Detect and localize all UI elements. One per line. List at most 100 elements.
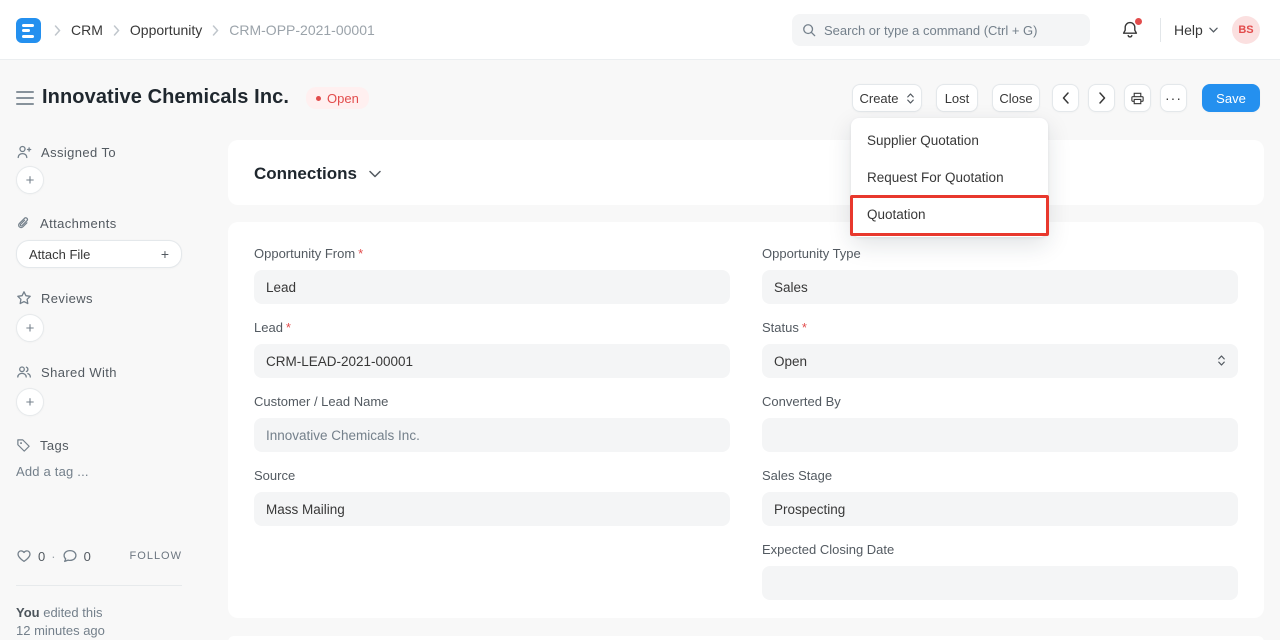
status-label: Open	[327, 91, 359, 106]
select-arrows-icon	[1217, 354, 1226, 367]
form-column-right: Opportunity TypeSales Status* Open Converte…	[762, 246, 1238, 616]
field-opportunity-from: Opportunity From*Lead	[254, 246, 730, 304]
lost-button[interactable]: Lost	[936, 84, 978, 112]
opportunity-from-input[interactable]: Lead	[254, 270, 730, 304]
status-badge: Open	[306, 87, 369, 109]
form-column-left: Opportunity From*LeadLead*CRM-LEAD-2021-…	[254, 246, 730, 616]
assigned-to-label: Assigned To	[41, 145, 116, 160]
required-asterisk: *	[802, 320, 807, 336]
navbar-divider	[1160, 18, 1161, 42]
user-avatar[interactable]: BS	[1232, 16, 1260, 44]
notification-dot	[1135, 18, 1142, 25]
add-review-button[interactable]: +	[16, 314, 44, 342]
field-opportunity-type: Opportunity TypeSales	[762, 246, 1238, 304]
chevron-right-icon	[54, 25, 61, 36]
close-button[interactable]: Close	[992, 84, 1040, 112]
add-assignment-button[interactable]: +	[16, 166, 44, 194]
create-button[interactable]: Create	[852, 84, 922, 112]
required-asterisk: *	[286, 320, 291, 336]
source-label: Source	[254, 468, 730, 484]
more-options-button[interactable]: ···	[1160, 84, 1187, 112]
help-menu[interactable]: Help	[1174, 0, 1218, 60]
like-count: 0	[38, 549, 45, 564]
heart-icon[interactable]	[16, 548, 32, 564]
expected-closing-date-label: Expected Closing Date	[762, 542, 1238, 558]
notification-bell-icon[interactable]	[1120, 20, 1142, 42]
create-dropdown-menu: Supplier QuotationRequest For QuotationQ…	[851, 118, 1048, 237]
expected-closing-date-input[interactable]	[762, 566, 1238, 600]
sales-stage-label: Sales Stage	[762, 468, 1238, 484]
create-button-label: Create	[859, 91, 898, 106]
field-sales-stage: Sales Stage Prospecting	[762, 468, 1238, 526]
field-expected-closing-date: Expected Closing Date	[762, 542, 1238, 600]
field-customer-lead-name: Customer / Lead NameInnovative Chemicals…	[254, 394, 730, 452]
edited-action: edited this	[43, 605, 102, 620]
required-asterisk: *	[358, 246, 363, 262]
page-header: Innovative Chemicals Inc. Open Create Lo…	[0, 60, 1280, 136]
tags-section: Tags	[16, 438, 69, 453]
print-button[interactable]	[1124, 84, 1151, 112]
attach-file-button[interactable]: Attach File +	[16, 240, 182, 268]
menu-item-request-for-quotation[interactable]: Request For Quotation	[851, 159, 1048, 196]
comment-icon[interactable]	[62, 548, 78, 564]
printer-icon	[1130, 91, 1145, 106]
field-status: Status* Open	[762, 320, 1238, 378]
details-form-card: Opportunity From*LeadLead*CRM-LEAD-2021-…	[228, 222, 1264, 618]
search-input[interactable]	[824, 23, 1080, 38]
previous-document-button[interactable]	[1052, 84, 1079, 112]
dot-separator: ·	[51, 549, 55, 564]
shared-with-section: Shared With	[16, 364, 117, 380]
help-label: Help	[1174, 22, 1203, 38]
menu-item-supplier-quotation[interactable]: Supplier Quotation	[851, 122, 1048, 159]
status-input[interactable]: Open	[762, 344, 1238, 378]
reactions-row: 0 · 0 FOLLOW	[16, 548, 182, 564]
attach-file-label: Attach File	[29, 247, 90, 262]
star-icon	[16, 290, 32, 306]
form-grid: Opportunity From*LeadLead*CRM-LEAD-2021-…	[254, 246, 1238, 616]
source-input[interactable]: Mass Mailing	[254, 492, 730, 526]
paperclip-icon	[16, 216, 31, 231]
shared-with-label: Shared With	[41, 365, 117, 380]
erpnext-logo[interactable]	[16, 18, 41, 43]
page-title: Innovative Chemicals Inc.	[42, 86, 289, 109]
search-icon	[802, 23, 816, 37]
comment-count: 0	[84, 549, 91, 564]
attachments-section: Attachments	[16, 216, 117, 231]
add-tag-input[interactable]: Add a tag ...	[16, 464, 89, 479]
tags-label: Tags	[40, 438, 69, 453]
connections-section-toggle[interactable]: Connections	[228, 140, 1264, 184]
follow-button[interactable]: FOLLOW	[130, 550, 182, 562]
next-document-button[interactable]	[1088, 84, 1115, 112]
add-share-button[interactable]: +	[16, 388, 44, 416]
opportunity-type-input[interactable]: Sales	[762, 270, 1238, 304]
sidebar-toggle-icon[interactable]	[16, 91, 34, 105]
tag-icon	[16, 438, 31, 453]
status-dot-icon	[316, 96, 321, 101]
chevron-down-icon	[369, 170, 381, 178]
breadcrumb-opportunity[interactable]: Opportunity	[130, 22, 202, 38]
field-converted-by: Converted By	[762, 394, 1238, 452]
chevron-right-icon	[212, 25, 219, 36]
connections-card: Connections	[228, 140, 1264, 205]
connections-title: Connections	[254, 164, 357, 184]
converted-by-input[interactable]	[762, 418, 1238, 452]
edited-by: You	[16, 605, 40, 620]
chevron-down-icon	[1209, 27, 1218, 33]
chevron-right-icon	[113, 25, 120, 36]
edited-time: 12 minutes ago	[16, 623, 105, 638]
status-label: Status*	[762, 320, 1238, 336]
global-search[interactable]	[792, 14, 1090, 46]
lead-input[interactable]: CRM-LEAD-2021-00001	[254, 344, 730, 378]
breadcrumb-crm[interactable]: CRM	[71, 22, 103, 38]
sales-stage-input[interactable]: Prospecting	[762, 492, 1238, 526]
lead-label: Lead*	[254, 320, 730, 336]
last-edited-info: You edited this 12 minutes ago	[16, 604, 105, 640]
reviews-section: Reviews	[16, 290, 93, 306]
sidebar-divider	[16, 585, 182, 586]
save-button[interactable]: Save	[1202, 84, 1260, 112]
customer-lead-name-input[interactable]: Innovative Chemicals Inc.	[254, 418, 730, 452]
navbar: CRM Opportunity CRM-OPP-2021-00001 Help …	[0, 0, 1280, 60]
users-icon	[16, 364, 32, 380]
field-lead: Lead* CRM-LEAD-2021-00001	[254, 320, 730, 378]
menu-item-quotation[interactable]: Quotation	[851, 196, 1048, 233]
